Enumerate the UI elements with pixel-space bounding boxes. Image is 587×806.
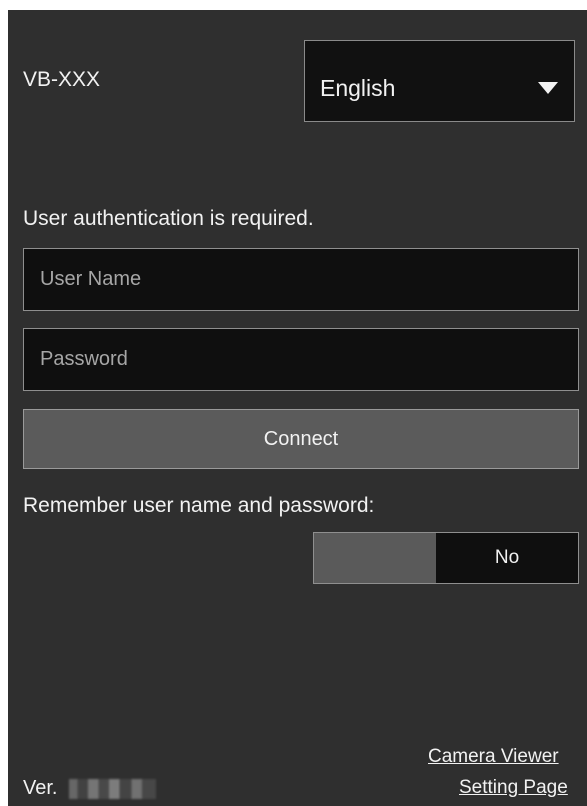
version-number-redacted — [69, 779, 156, 799]
remember-credentials-toggle[interactable]: No — [313, 532, 579, 584]
toggle-off-track — [314, 533, 436, 583]
username-input[interactable] — [24, 249, 578, 310]
auth-message: User authentication is required. — [23, 207, 314, 230]
device-name: VB-XXX — [23, 68, 101, 91]
language-selected-value: English — [320, 75, 396, 101]
camera-viewer-link[interactable]: Camera Viewer — [428, 746, 559, 768]
password-input[interactable] — [24, 329, 578, 390]
language-select[interactable]: English — [304, 40, 575, 122]
connect-button[interactable]: Connect — [23, 409, 579, 469]
setting-page-link[interactable]: Setting Page — [459, 777, 568, 799]
remember-credentials-label: Remember user name and password: — [23, 494, 375, 517]
username-field-container — [23, 248, 579, 311]
toggle-state-label: No — [494, 547, 520, 568]
chevron-down-icon — [538, 82, 558, 94]
login-screen: VB-XXX English User authentication is re… — [8, 10, 587, 806]
password-field-container — [23, 328, 579, 391]
version-label: Ver. — [23, 777, 58, 799]
